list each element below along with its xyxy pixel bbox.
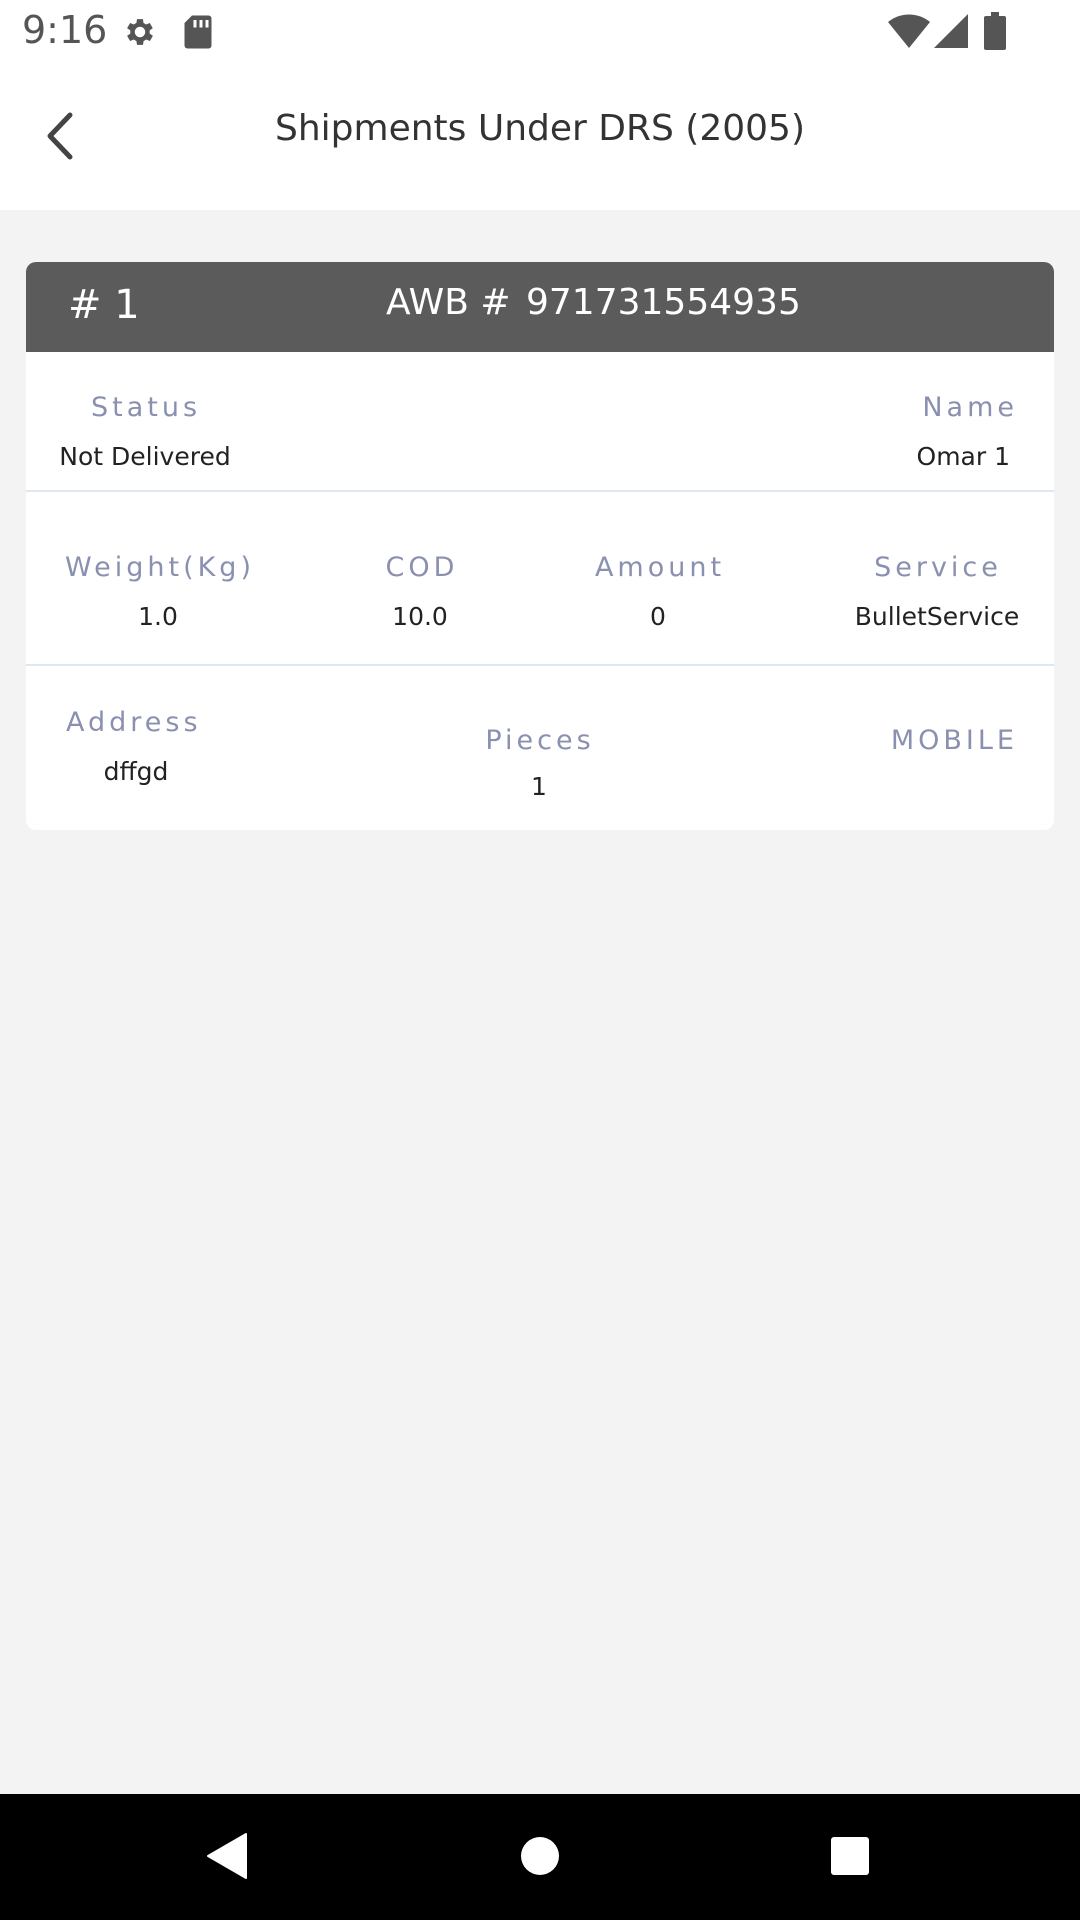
cod-label: COD [385,552,459,583]
shipment-card[interactable]: # 1 AWB # 971731554935 Status Not Delive… [26,262,1054,830]
amount-value: 0 [650,602,666,631]
navigation-bar [0,1794,1080,1920]
nav-back-button[interactable] [194,1824,258,1888]
weight-label: Weight(Kg) [65,552,255,583]
cod-value: 10.0 [392,602,448,631]
shipment-index: # 1 [68,282,140,328]
home-circle-icon [521,1837,559,1875]
nav-recents-button[interactable] [818,1824,882,1888]
awb-number: 971731554935 [526,282,801,323]
status-time: 9:16 [22,8,108,52]
signal-icon [934,14,968,52]
status-bar: 9:16 [0,0,1080,64]
status-value: Not Delivered [59,442,231,471]
battery-icon [984,12,1006,54]
page-title: Shipments Under DRS (2005) [274,108,805,149]
address-label: Address [66,707,202,738]
status-label: Status [90,392,202,423]
app-header: Shipments Under DRS (2005) [0,64,1080,210]
address-value: dffgd [103,757,169,786]
divider [26,490,1054,492]
service-value: BulletService [854,602,1020,631]
mobile-label: MOBILE [890,725,1018,756]
back-triangle-icon [207,1833,247,1879]
service-label: Service [874,552,1002,583]
recents-square-icon [831,1837,869,1875]
awb-label: AWB # [386,282,511,323]
nav-home-button[interactable] [508,1824,572,1888]
amount-label: Amount [594,552,726,583]
weight-value: 1.0 [138,602,178,631]
name-value: Omar 1 [916,442,1010,471]
sd-card-icon [182,14,214,54]
pieces-value: 1 [531,772,547,801]
pieces-label: Pieces [485,725,595,756]
gear-icon [122,14,158,54]
divider [26,664,1054,666]
wifi-icon [888,14,930,52]
name-label: Name [922,392,1018,423]
card-header: # 1 AWB # 971731554935 [26,262,1054,352]
